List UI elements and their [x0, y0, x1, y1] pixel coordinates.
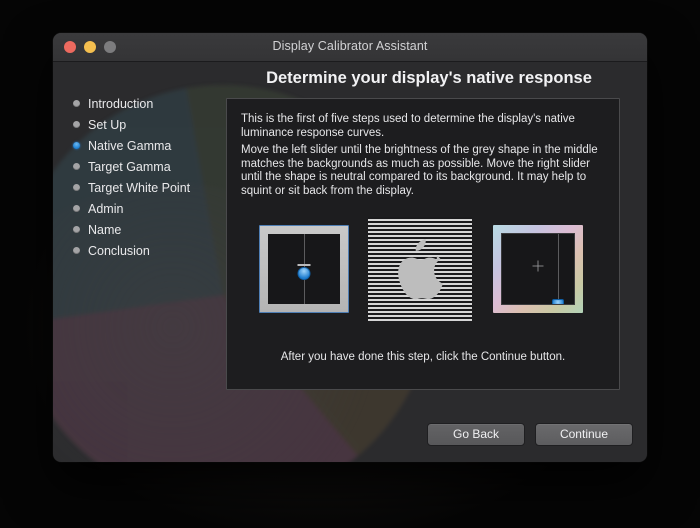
sidebar-item-introduction[interactable]: Introduction	[73, 93, 223, 114]
step-bullet-icon	[73, 205, 80, 212]
chroma-swatch-field	[501, 233, 575, 305]
continue-button[interactable]: Continue	[535, 423, 633, 446]
luminance-slider-knob[interactable]	[297, 267, 311, 280]
sidebar-item-label: Target White Point	[88, 180, 191, 195]
window-title: Display Calibrator Assistant	[272, 39, 428, 53]
button-bar: Go Back Continue	[427, 423, 633, 446]
go-back-button[interactable]: Go Back	[427, 423, 525, 446]
sidebar-item-label: Conclusion	[88, 243, 150, 258]
sidebar-item-conclusion[interactable]: Conclusion	[73, 240, 223, 261]
step-bullet-icon	[73, 121, 80, 128]
sidebar-item-label: Introduction	[88, 96, 154, 111]
main-pane: Determine your display's native response…	[225, 61, 647, 462]
step-bullet-icon	[73, 184, 80, 191]
sidebar-item-set-up[interactable]: Set Up	[73, 114, 223, 135]
instruction-panel: This is the first of five steps used to …	[226, 98, 620, 390]
slider-tick-icon	[297, 264, 311, 266]
sidebar-item-label: Set Up	[88, 117, 127, 132]
sidebar-item-label: Name	[88, 222, 122, 237]
step-bullet-icon	[73, 226, 80, 233]
instruction-paragraph-2: Move the left slider until the brightnes…	[241, 144, 598, 197]
sidebar-item-label: Target Gamma	[88, 159, 171, 174]
sidebar-item-name[interactable]: Name	[73, 219, 223, 240]
sidebar-item-target-white-point[interactable]: Target White Point	[73, 177, 223, 198]
step-bullet-icon	[73, 100, 80, 107]
sidebar-item-target-gamma[interactable]: Target Gamma	[73, 156, 223, 177]
chroma-slider-knob[interactable]	[552, 299, 565, 304]
continue-hint-text: After you have done this step, click the…	[280, 351, 566, 363]
chroma-swatch[interactable]	[493, 225, 583, 313]
luminance-swatch-field	[268, 234, 340, 304]
slider-track-line	[558, 234, 560, 304]
crosshair-icon	[532, 260, 544, 272]
apple-logo-icon	[398, 239, 443, 300]
window-titlebar: Display Calibrator Assistant	[53, 33, 647, 62]
display-calibrator-window: Display Calibrator Assistant Introductio…	[53, 33, 647, 462]
step-bullet-active-icon	[73, 142, 80, 149]
calibration-swatch-row	[227, 217, 619, 327]
step-bullet-icon	[73, 163, 80, 170]
luminance-swatch[interactable]	[259, 225, 349, 313]
step-bullet-icon	[73, 247, 80, 254]
apple-logo-striped-target	[368, 217, 472, 321]
instruction-paragraph-1: This is the first of five steps used to …	[241, 113, 575, 139]
sidebar-item-admin[interactable]: Admin	[73, 198, 223, 219]
sidebar: Introduction Set Up Native Gamma Target …	[53, 61, 225, 462]
sidebar-item-native-gamma[interactable]: Native Gamma	[73, 135, 223, 156]
sidebar-item-label: Admin	[88, 201, 124, 216]
page-title: Determine your display's native response	[266, 69, 592, 87]
step-list: Introduction Set Up Native Gamma Target …	[73, 93, 223, 261]
sidebar-item-label: Native Gamma	[88, 138, 172, 153]
window-body: Introduction Set Up Native Gamma Target …	[53, 61, 647, 462]
